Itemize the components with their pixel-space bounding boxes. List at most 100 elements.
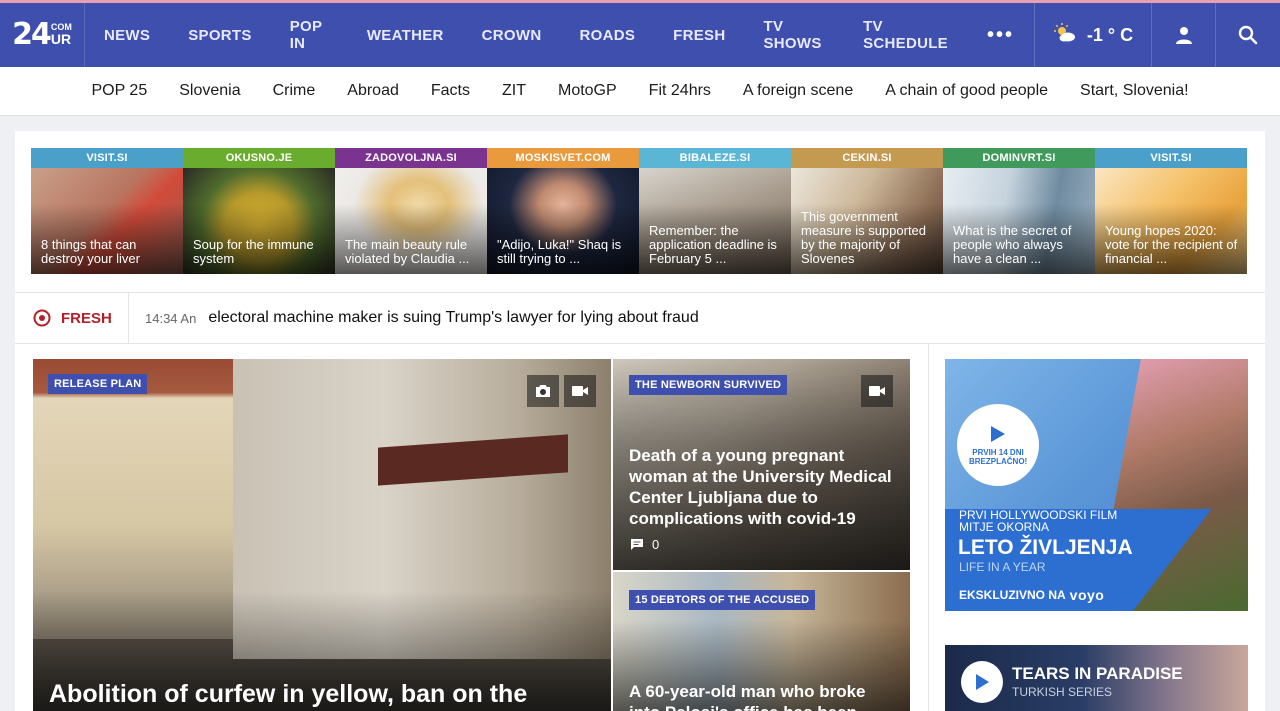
voyo-logo: voyo bbox=[1069, 587, 1105, 603]
partner-tag: VISIT.SI bbox=[31, 148, 183, 168]
partner-tag: DOMINVRT.SI bbox=[943, 148, 1095, 168]
play-icon bbox=[991, 426, 1005, 442]
subnav-facts[interactable]: Facts bbox=[415, 82, 486, 100]
lead-badge: RELEASE PLAN bbox=[48, 374, 148, 394]
camera-icon bbox=[536, 385, 550, 397]
story-title[interactable]: Death of a young pregnant woman at the U… bbox=[629, 445, 901, 529]
nav-item-fresh[interactable]: FRESH bbox=[654, 3, 744, 67]
user-icon bbox=[1175, 27, 1192, 44]
series-subtitle: TURKISH SERIES bbox=[1012, 685, 1113, 699]
partner-title: The main beauty rule violated by Claudia… bbox=[345, 237, 470, 266]
free-trial-badge: PRVIH 14 DNI BREZPLAČNO! bbox=[957, 404, 1039, 486]
story-badge: 15 DEBTORS OF THE ACCUSED bbox=[629, 590, 816, 610]
subnav-crime[interactable]: Crime bbox=[257, 82, 332, 100]
video-icon bbox=[869, 386, 885, 396]
top-navigation-bar: 24 COM UR NEWS SPORTS POP IN WEATHER CRO… bbox=[0, 0, 1280, 67]
subnav-zit[interactable]: ZIT bbox=[486, 82, 542, 100]
nav-item-tv-shows[interactable]: TV SHOWS bbox=[745, 3, 845, 67]
story-card[interactable]: THE NEWBORN SURVIVED Death of a young pr… bbox=[613, 359, 910, 570]
subnav-motogp[interactable]: MotoGP bbox=[542, 82, 633, 100]
ad-exclusive: EKSKLUZIVNO NA voyo bbox=[959, 587, 1104, 603]
ad-film-title: LETO ŽIVLJENJA bbox=[958, 536, 1133, 559]
comment-number: 0 bbox=[652, 537, 660, 552]
play-circle bbox=[961, 661, 1003, 703]
partner-title: This government measure is supported by … bbox=[801, 209, 927, 266]
nav-item-sports[interactable]: SPORTS bbox=[169, 3, 270, 67]
more-menu-button[interactable]: ••• bbox=[967, 3, 1034, 67]
play-icon bbox=[976, 674, 989, 690]
content-panel: VISIT.SI 8 things that can destroy your … bbox=[15, 131, 1265, 711]
subnav-fit-24hrs[interactable]: Fit 24hrs bbox=[633, 82, 727, 100]
partner-card[interactable]: CEKIN.SI This government measure is supp… bbox=[791, 148, 943, 274]
subnav-start-slovenia[interactable]: Start, Slovenia! bbox=[1064, 82, 1205, 100]
fresh-label: FRESH bbox=[61, 309, 112, 327]
logo-bottom: UR bbox=[50, 31, 72, 47]
nav-item-news[interactable]: NEWS bbox=[85, 3, 169, 67]
story-card[interactable]: 15 DEBTORS OF THE ACCUSED A 60-year-old … bbox=[613, 572, 910, 711]
nav-item-roads[interactable]: ROADS bbox=[560, 3, 654, 67]
comment-icon bbox=[631, 539, 643, 550]
fresh-label-box: FRESH bbox=[15, 292, 129, 344]
partner-card[interactable]: VISIT.SI Young hopes 2020: vote for the … bbox=[1095, 148, 1247, 274]
ad-line-2: MITJE OKORNA bbox=[959, 520, 1050, 534]
partner-title: "Adijo, Luka!" Shaq is still trying to .… bbox=[497, 237, 622, 266]
nav-item-weather[interactable]: WEATHER bbox=[348, 3, 463, 67]
voyo-ad[interactable]: PRVIH 14 DNI BREZPLAČNO! PRVI HOLLYWOODS… bbox=[945, 359, 1248, 611]
partner-card[interactable]: ZADOVOLJNA.SI The main beauty rule viola… bbox=[335, 148, 487, 274]
logo-suffix: COM UR bbox=[51, 22, 72, 46]
search-button[interactable] bbox=[1216, 3, 1280, 67]
subnav-abroad[interactable]: Abroad bbox=[331, 82, 415, 100]
weather-widget[interactable]: -1 ° C bbox=[1034, 3, 1152, 67]
nav-item-tv-schedule[interactable]: TV SCHEDULE bbox=[844, 3, 967, 67]
partner-tag: CEKIN.SI bbox=[791, 148, 943, 168]
partner-title: What is the secret of people who always … bbox=[953, 223, 1072, 266]
lead-title[interactable]: Abolition of curfew in yellow, ban on th… bbox=[49, 679, 609, 709]
partner-tag: VISIT.SI bbox=[1095, 148, 1247, 168]
subnav-foreign-scene[interactable]: A foreign scene bbox=[727, 82, 869, 100]
main-nav: NEWS SPORTS POP IN WEATHER CROWN ROADS F… bbox=[85, 3, 1034, 67]
series-title: TEARS IN PARADISE bbox=[1012, 664, 1183, 683]
subnav-slovenia[interactable]: Slovenia bbox=[163, 82, 256, 100]
fresh-time: 14:34 An bbox=[145, 310, 197, 326]
temperature-value: -1 ° C bbox=[1086, 24, 1134, 45]
partner-card[interactable]: MOSKISVET.COM "Adijo, Luka!" Shaq is sti… bbox=[487, 148, 639, 274]
tears-in-paradise-ad[interactable]: TEARS IN PARADISE TURKISH SERIES bbox=[945, 645, 1248, 711]
partner-card[interactable]: OKUSNO.JE Soup for the immune system bbox=[183, 148, 335, 274]
column-divider bbox=[928, 344, 929, 711]
fresh-ticker[interactable]: FRESH 14:34 An electoral machine maker i… bbox=[15, 292, 1265, 344]
partner-tag: BIBALEZE.SI bbox=[639, 148, 791, 168]
video-icon bbox=[572, 386, 588, 396]
secondary-nav: POP 25 Slovenia Crime Abroad Facts ZIT M… bbox=[0, 67, 1280, 116]
logo-number: 24 bbox=[12, 17, 52, 52]
partner-strip: VISIT.SI 8 things that can destroy your … bbox=[31, 148, 1249, 274]
partner-tag: MOSKISVET.COM bbox=[487, 148, 639, 168]
free-trial-text: PRVIH 14 DNI BREZPLAČNO! bbox=[969, 448, 1028, 466]
partner-title: 8 things that can destroy your liver bbox=[41, 237, 140, 266]
nav-item-pop-in[interactable]: POP IN bbox=[271, 3, 348, 67]
lead-story[interactable]: RELEASE PLAN Abolition of curfew in yell… bbox=[33, 359, 611, 711]
partner-card[interactable]: BIBALEZE.SI Remember: the application de… bbox=[639, 148, 791, 274]
story-badge: THE NEWBORN SURVIVED bbox=[629, 375, 788, 395]
partner-title: Soup for the immune system bbox=[193, 237, 314, 266]
account-button[interactable] bbox=[1152, 3, 1216, 67]
nav-item-crown[interactable]: CROWN bbox=[463, 3, 561, 67]
partner-title: Remember: the application deadline is Fe… bbox=[649, 223, 777, 266]
video-button[interactable] bbox=[861, 375, 893, 407]
partner-card[interactable]: VISIT.SI 8 things that can destroy your … bbox=[31, 148, 183, 274]
fresh-headline[interactable]: electoral machine maker is suing Trump's… bbox=[208, 309, 698, 327]
partner-tag: ZADOVOLJNA.SI bbox=[335, 148, 487, 168]
story-title[interactable]: A 60-year-old man who broke into Pelosi'… bbox=[629, 681, 901, 711]
partner-title: Young hopes 2020: vote for the recipient… bbox=[1105, 223, 1238, 266]
video-button[interactable] bbox=[564, 375, 596, 407]
partly-sunny-icon bbox=[1053, 22, 1077, 49]
logo-mark: 24 COM UR bbox=[12, 20, 72, 50]
ad-film-subtitle: LIFE IN A YEAR bbox=[959, 560, 1046, 574]
subnav-pop-25[interactable]: POP 25 bbox=[75, 82, 163, 100]
site-logo[interactable]: 24 COM UR bbox=[0, 3, 85, 67]
partner-card[interactable]: DOMINVRT.SI What is the secret of people… bbox=[943, 148, 1095, 274]
partner-tag: OKUSNO.JE bbox=[183, 148, 335, 168]
subnav-chain-good-people[interactable]: A chain of good people bbox=[869, 82, 1064, 100]
comment-count[interactable]: 0 bbox=[630, 537, 659, 552]
gallery-button[interactable] bbox=[527, 375, 559, 407]
ad-exclusive-text: EKSKLUZIVNO NA bbox=[959, 588, 1066, 602]
